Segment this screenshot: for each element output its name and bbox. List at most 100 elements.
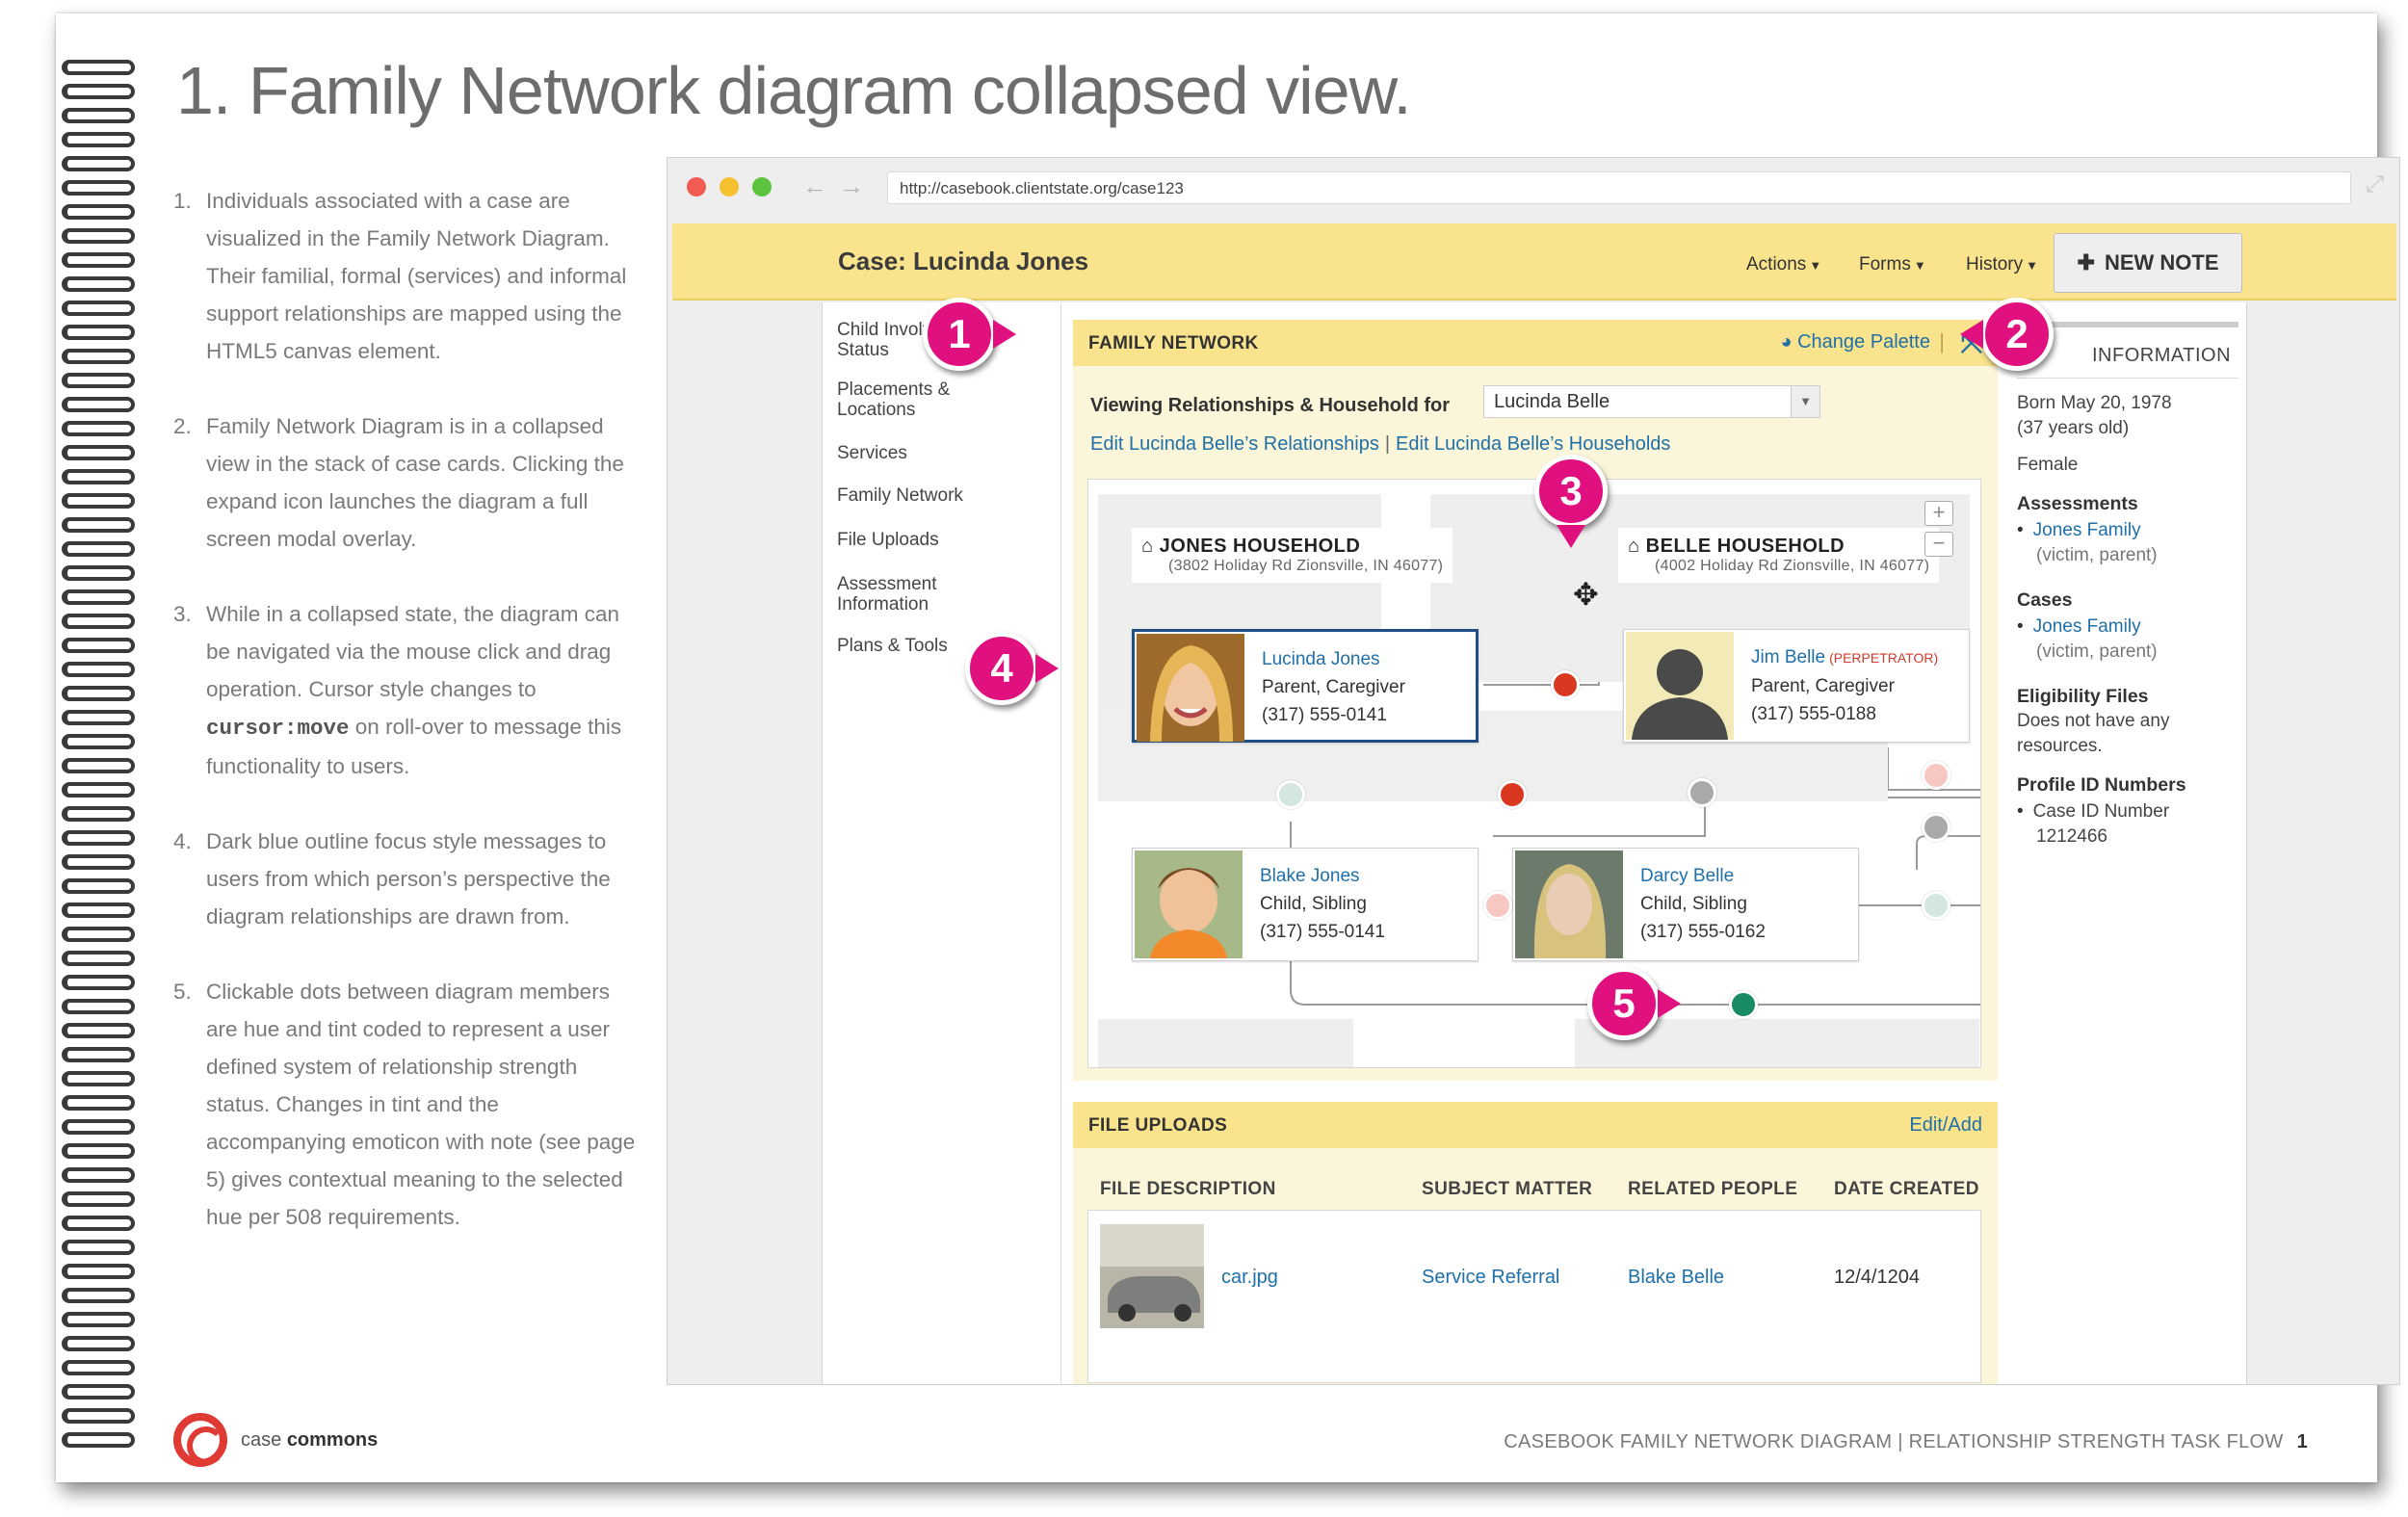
spiral-ring [62,108,135,123]
history-menu[interactable]: History ▼ [1966,254,2038,275]
note-number: 4. [173,829,192,853]
spiral-ring [62,951,135,966]
caret-down-icon: ▼ [2026,258,2038,273]
person-photo [1626,632,1734,740]
note-text: Individuals associated with a case are v… [206,189,627,363]
person-name[interactable]: Darcy Belle [1640,862,1766,890]
age: (37 years old) [2017,418,2130,438]
person-card-lucinda-jones[interactable]: Lucinda Jones Parent, Caregiver (317) 55… [1132,629,1479,743]
file-link[interactable]: car.jpg [1221,1267,1278,1289]
person-phone: (317) 555-0162 [1640,922,1766,942]
relationship-dot-pale-green[interactable] [1276,780,1305,809]
household-address: (3802 Holiday Rd Zionsville, IN 46077) [1168,558,1444,574]
spiral-ring [62,686,135,701]
spiral-ring [62,1095,135,1111]
spiral-ring [62,662,135,677]
spiral-ring [62,999,135,1014]
callout-1: 1 [923,298,1016,371]
person-card-jim-belle[interactable]: Jim Belle (PERPETRATOR) Parent, Caregiver… [1623,629,1970,743]
spiral-ring [62,1119,135,1135]
list-item: Case ID Number 1212466 [2017,799,2238,850]
note-item: 3. While in a collapsed state, the diagr… [173,595,641,785]
family-network-card: FAMILY NETWORK ◕ Change Palette | ⤧ View… [1073,320,1998,1081]
eligibility-label: Eligibility Files [2017,686,2149,707]
jones-household-label: ⌂ JONES HOUSEHOLD (3802 Holiday Rd Zions… [1132,528,1453,583]
relationship-dot-pale-red[interactable] [1922,761,1950,790]
person-photo [1137,634,1244,742]
person-card-darcy-belle[interactable]: Darcy Belle Child, Sibling (317) 555-016… [1512,848,1859,961]
spiral-ring [62,325,135,340]
nav-item-assessment[interactable]: Assessment Information [837,574,1030,615]
url-bar[interactable]: http://casebook.clientstate.org/case123 [887,171,2351,204]
edit-relationships-link[interactable]: Edit Lucinda Belle’s Relationships [1090,433,1379,455]
spiral-ring [62,1071,135,1086]
caret-down-icon: ▼ [1791,386,1819,417]
divider: | [1384,433,1391,455]
close-window-dot[interactable] [687,177,706,196]
zoom-out-button[interactable]: − [1924,532,1953,557]
nav-item-family-network[interactable]: Family Network [837,485,1030,506]
related-person-link[interactable]: Blake Belle [1628,1267,1724,1289]
zoom-in-button[interactable]: + [1924,501,1953,526]
logo-word-case: case [241,1428,282,1451]
relationship-dot-red[interactable] [1498,780,1527,809]
spiral-ring [62,1384,135,1399]
spiral-ring [62,60,135,75]
relationship-dot-grey[interactable] [1922,813,1950,842]
subject-link[interactable]: Service Referral [1422,1267,1559,1289]
fullscreen-icon[interactable]: ⤢ [2366,171,2384,198]
back-forward-arrows-icon[interactable]: ←→ [802,171,876,201]
person-role: Child, Sibling [1260,894,1367,914]
relationship-dot-grey[interactable] [1688,778,1716,807]
person-phone: (317) 555-0188 [1751,704,1876,724]
caret-down-icon: ▼ [1809,258,1822,273]
person-name[interactable]: Blake Jones [1260,862,1385,890]
person-name[interactable]: Lucinda Jones [1262,645,1405,673]
home-icon: ⌂ [1628,536,1640,557]
spiral-ring [62,758,135,773]
edit-households-link[interactable]: Edit Lucinda Belle’s Households [1396,433,1670,455]
person-card-blake-jones[interactable]: Blake Jones Child, Sibling (317) 555-014… [1132,848,1479,961]
spiral-ring [62,1360,135,1375]
assessment-link[interactable]: Jones Family [2033,520,2141,540]
minimize-window-dot[interactable] [720,177,739,196]
household-address: (4002 Holiday Rd Zionsville, IN 46077) [1655,558,1930,574]
date-created: 12/4/1204 [1834,1267,1920,1288]
person-name[interactable]: Jim Belle [1751,647,1825,667]
nav-item-placements[interactable]: Placements & Locations [837,379,1030,420]
maximize-window-dot[interactable] [752,177,772,196]
spiral-ring [62,373,135,388]
viewing-person-select[interactable]: Lucinda Belle ▼ [1483,385,1820,418]
forms-menu[interactable]: Forms ▼ [1859,254,1926,275]
spiral-ring [62,276,135,292]
edit-add-link[interactable]: Edit/Add [1909,1114,1982,1137]
note-text-before: While in a collapsed state, the diagram … [206,602,619,701]
relationship-dot-dark-green[interactable] [1729,990,1758,1019]
spiral-ring [62,204,135,220]
nav-item-services[interactable]: Services [837,443,1030,463]
file-uploads-card: FILE UPLOADS Edit/Add FILE DESCRIPTION S… [1073,1102,1998,1384]
spiral-ring [62,902,135,918]
relationship-dot-red[interactable] [1551,670,1580,699]
family-network-title: FAMILY NETWORK [1088,333,1259,353]
nav-item-file-uploads[interactable]: File Uploads [837,530,1030,550]
spiral-ring [62,782,135,798]
file-thumbnail[interactable] [1100,1224,1204,1328]
new-note-button[interactable]: ✚ NEW NOTE [2054,233,2242,293]
spiral-ring [62,228,135,244]
footer-caption: CASEBOOK FAMILY NETWORK DIAGRAM | RELATI… [1504,1431,2284,1452]
actions-menu[interactable]: Actions ▼ [1746,254,1821,275]
note-text: Family Network Diagram is in a collapsed… [206,414,624,551]
note-text: Dark blue outline focus style messages t… [206,829,611,929]
family-network-canvas[interactable]: ⌂ JONES HOUSEHOLD (3802 Holiday Rd Zions… [1087,479,1981,1068]
case-link[interactable]: Jones Family [2033,616,2141,637]
spiral-ring [62,927,135,942]
notes-list: 1. Individuals associated with a case ar… [173,182,641,1273]
spiral-ring [62,541,135,557]
change-palette-link[interactable]: ◕ Change Palette [1780,331,1930,353]
relationship-dot-pale-red[interactable] [1483,891,1512,920]
assessments-label: Assessments [2017,493,2138,514]
relationship-dot-pale-green[interactable] [1922,891,1950,920]
assessment-role: (victim, parent) [2036,545,2158,565]
case-role: (victim, parent) [2036,641,2158,662]
